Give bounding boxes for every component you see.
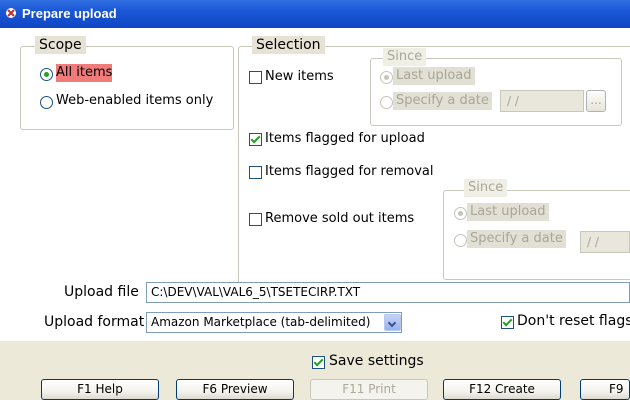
scope-web-enabled-label[interactable]: Web-enabled items only	[56, 92, 213, 110]
since-new-specify-date-radio[interactable]	[380, 96, 393, 109]
app-icon	[6, 8, 16, 18]
since-sold-date-field[interactable]: / /	[580, 231, 630, 253]
title-bar: Prepare upload	[0, 0, 630, 28]
since-new-date-browse-button[interactable]: ...	[586, 90, 606, 112]
scope-all-items-radio[interactable]	[40, 68, 53, 81]
dont-reset-flags-label[interactable]: Don't reset flags	[517, 312, 630, 330]
new-items-label[interactable]: New items	[265, 68, 334, 86]
scope-all-items-label[interactable]: All items	[56, 64, 113, 82]
since-new-date-field[interactable]: / /	[500, 90, 584, 112]
create-button[interactable]: F12 Create	[443, 379, 561, 400]
upload-file-label: Upload file	[64, 284, 139, 300]
since-sold-last-upload-radio[interactable]	[454, 207, 467, 220]
new-items-checkbox[interactable]	[249, 71, 262, 84]
flagged-removal-checkbox[interactable]	[249, 166, 262, 179]
print-button[interactable]: F11 Print	[310, 379, 428, 400]
scope-legend: Scope	[35, 36, 86, 54]
chevron-down-icon[interactable]	[384, 314, 401, 331]
footer-bar: Save settings F1 Help F6 Preview F11 Pri…	[0, 341, 630, 400]
since-new-specify-date-label[interactable]: Specify a date	[393, 92, 492, 110]
since-sold-legend: Since	[464, 179, 508, 197]
since-sold-specify-date-label[interactable]: Specify a date	[467, 230, 566, 248]
flagged-upload-label[interactable]: Items flagged for upload	[265, 130, 425, 148]
remove-sold-checkbox[interactable]	[249, 213, 262, 226]
flagged-upload-checkbox[interactable]	[249, 133, 262, 146]
upload-file-field[interactable]: C:\DEV\VAL\VAL6_5\TSETECIRP.TXT	[146, 282, 630, 303]
remove-sold-label[interactable]: Remove sold out items	[265, 210, 414, 228]
help-button[interactable]: F1 Help	[41, 379, 159, 400]
save-settings-checkbox[interactable]	[312, 356, 325, 369]
f9-button[interactable]: F9	[580, 379, 630, 400]
since-new-last-upload-label[interactable]: Last upload	[393, 67, 475, 85]
scope-web-enabled-radio[interactable]	[40, 96, 53, 109]
upload-format-value: Amazon Marketplace (tab-delimited)	[151, 315, 371, 329]
since-sold-specify-date-radio[interactable]	[454, 234, 467, 247]
dont-reset-flags-checkbox[interactable]	[501, 316, 514, 329]
since-new-last-upload-radio[interactable]	[380, 71, 393, 84]
preview-button[interactable]: F6 Preview	[176, 379, 294, 400]
since-new-legend: Since	[383, 48, 427, 66]
options-panel: Scope All items Web-enabled items only S…	[0, 28, 630, 341]
selection-legend: Selection	[252, 36, 325, 54]
since-sold-last-upload-label[interactable]: Last upload	[467, 203, 549, 221]
flagged-removal-label[interactable]: Items flagged for removal	[265, 163, 434, 181]
save-settings-label[interactable]: Save settings	[329, 352, 424, 370]
upload-format-label: Upload format	[44, 314, 145, 330]
scope-group	[20, 46, 234, 130]
window-title: Prepare upload	[22, 6, 117, 21]
upload-format-select[interactable]: Amazon Marketplace (tab-delimited)	[146, 312, 402, 333]
